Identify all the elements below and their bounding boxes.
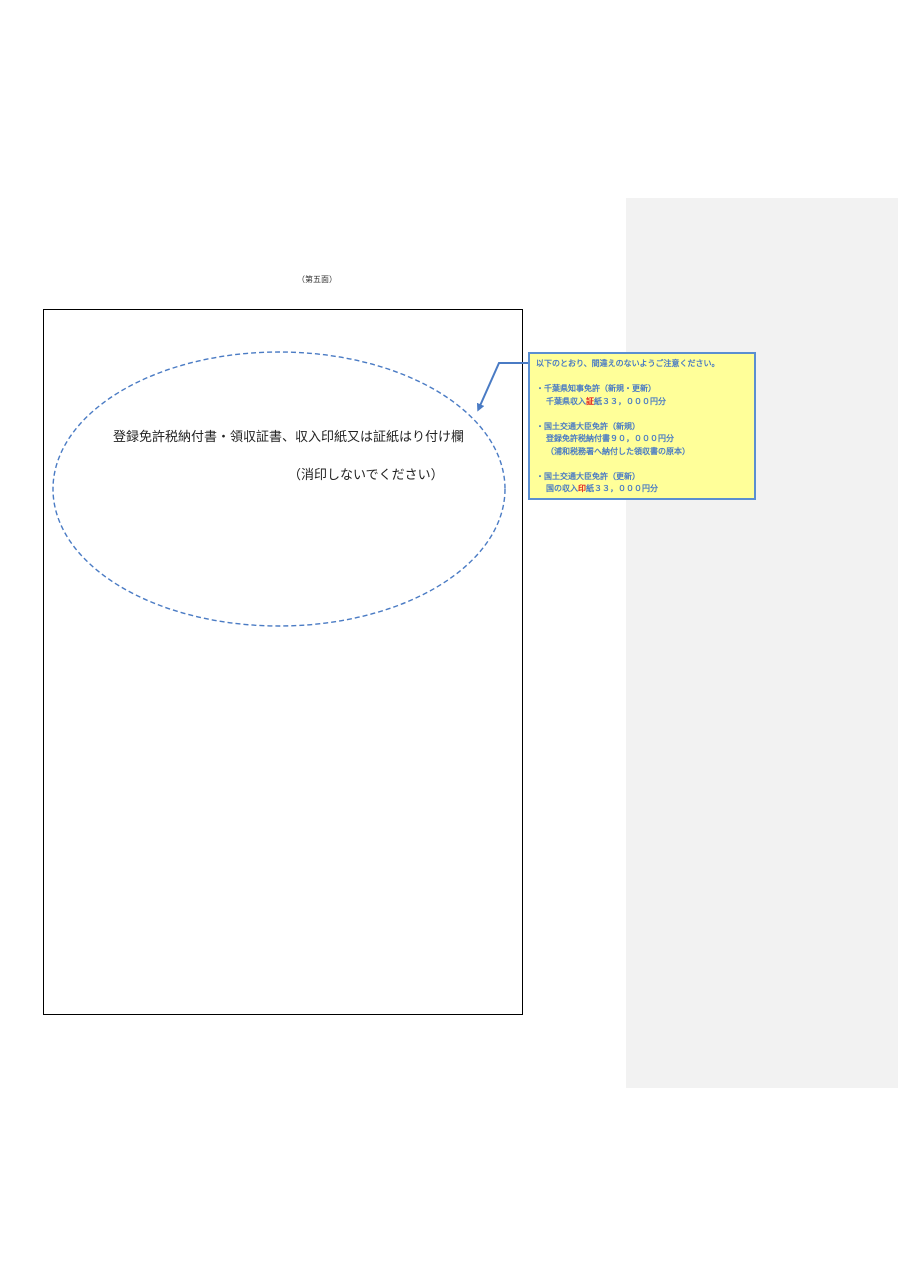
callout-item-detail: 国の収入印紙３３，０００円分: [536, 483, 748, 496]
detail-text: 国の収入: [546, 484, 578, 493]
callout-item-label: ・国土交通大臣免許（新規）: [536, 421, 640, 431]
callout-item-detail: 千葉県収入証紙３３，０００円分: [536, 396, 748, 409]
highlighted-character: 証: [586, 396, 594, 406]
callout-item-detail: 登録免許税納付書９０，０００円分: [546, 434, 674, 443]
callout-item-label: ・千葉県知事免許（新規・更新）: [536, 384, 656, 393]
detail-text: 紙３３，０００円分: [594, 396, 666, 406]
stamp-area-note: （消印しないでください）: [288, 468, 444, 483]
document-page: （第五面） 登録免許税納付書・領収証書、収入印紙又は証紙はり付け欄 （消印しない…: [0, 0, 910, 1287]
comment-pane: [626, 198, 898, 1088]
callout-heading: 以下のとおり、間違えのないようご注意ください。: [536, 359, 720, 368]
page-number-label: （第五面）: [297, 275, 337, 284]
highlighted-character: 印: [578, 484, 586, 493]
callout-item-label: ・国土交通大臣免許（更新）: [536, 471, 640, 481]
callout-item-subdetail: （浦和税務署へ納付した領収書の原本）: [546, 446, 690, 456]
callout-note-box: 以下のとおり、間違えのないようご注意ください。 ・千葉県知事免許（新規・更新） …: [528, 352, 756, 500]
detail-text: 紙３３，０００円分: [586, 484, 658, 493]
stamp-attachment-frame: [43, 309, 523, 1015]
stamp-area-title: 登録免許税納付書・領収証書、収入印紙又は証紙はり付け欄: [113, 430, 465, 445]
detail-text: 千葉県収入: [546, 396, 586, 406]
